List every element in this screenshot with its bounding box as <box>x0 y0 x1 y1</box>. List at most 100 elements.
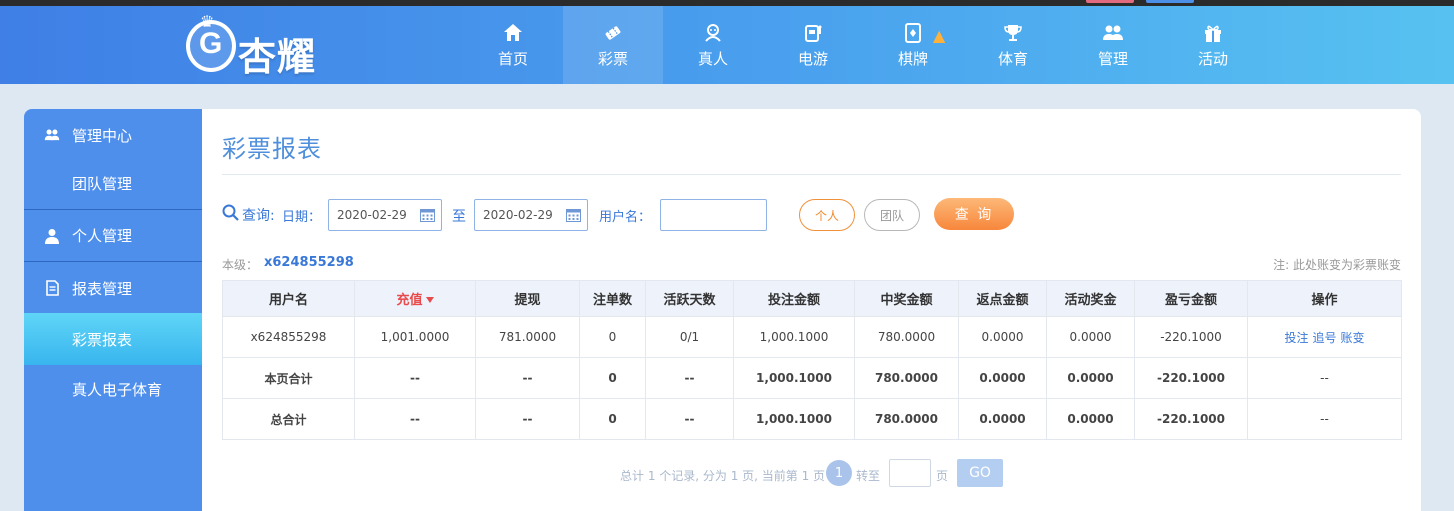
col-header: 盈亏金额 <box>1134 280 1248 317</box>
trophy-icon <box>1002 22 1024 44</box>
username-input[interactable] <box>660 199 767 231</box>
sidebar-item-label: 报表管理 <box>72 279 133 298</box>
nav-item-label: 彩票 <box>597 49 628 68</box>
nav-item-live[interactable]: 真人 <box>663 6 763 84</box>
cell-profit-loss: -220.1000 <box>1134 398 1248 440</box>
cell-orders: 0 <box>579 357 646 399</box>
col-header: 注单数 <box>579 280 646 317</box>
goto-label: 转至 <box>856 469 881 483</box>
go-button[interactable]: GO <box>957 459 1003 487</box>
col-header: 中奖金额 <box>854 280 959 317</box>
start-date-input[interactable]: 2020-02-29 <box>328 199 442 231</box>
cell-win-amount: 780.0000 <box>854 316 959 358</box>
nav-item-label: 电游 <box>797 49 828 68</box>
main-panel: 彩票报表 查询: 日期： 2020-02-29 至 2020-02-29 用户名… <box>202 109 1421 511</box>
page-number-button[interactable]: 1 <box>826 460 852 486</box>
end-date-value: 2020-02-29 <box>483 208 553 222</box>
top-tab-blue[interactable] <box>1146 0 1194 3</box>
ticket-icon <box>602 22 624 44</box>
goto-page-input[interactable] <box>889 459 931 487</box>
main-nav: 首页 彩票 真人 电游 ▲ 棋牌 体育 管理 活动 <box>463 6 1263 84</box>
cell-withdraw: -- <box>475 398 580 440</box>
person-icon <box>44 228 60 244</box>
col-header: 返点金额 <box>958 280 1047 317</box>
report-note: 注: 此处账变为彩票账变 <box>1273 258 1401 272</box>
cell-label: 总合计 <box>222 398 355 440</box>
cell-bet-amount: 1,000.1000 <box>733 357 855 399</box>
chase-link[interactable]: 追号 <box>1312 331 1336 345</box>
cell-recharge: 1,001.0000 <box>354 316 476 358</box>
col-header-recharge-sortable[interactable]: 充值 <box>354 280 476 317</box>
cell-rebate: 0.0000 <box>958 316 1047 358</box>
cell-recharge: -- <box>354 398 476 440</box>
cell-bet-amount: 1,000.1000 <box>733 398 855 440</box>
level-row: 本级： x624855298 注: 此处账变为彩票账变 <box>222 255 1401 273</box>
logo-crest-icon <box>186 20 236 72</box>
sidebar-item-label: 彩票报表 <box>72 330 133 349</box>
nav-item-label: 管理 <box>1097 49 1128 68</box>
search-icon <box>222 204 239 225</box>
nav-item-manage[interactable]: 管理 <box>1063 6 1163 84</box>
sidebar-item-team-management[interactable]: 团队管理 <box>24 158 202 210</box>
title-divider <box>222 174 1401 175</box>
nav-item-home[interactable]: 首页 <box>463 6 563 84</box>
cell-recharge: -- <box>354 357 476 399</box>
sidebar-item-report-management[interactable]: 报表管理 <box>24 262 202 314</box>
to-label: 至 <box>452 209 466 225</box>
col-header-label: 充值 <box>396 293 423 308</box>
card-icon <box>902 22 924 44</box>
date-label: 日期： <box>282 210 322 225</box>
sidebar-item-live-electronic-sports[interactable]: 真人电子体育 <box>24 363 202 415</box>
team-toggle-button[interactable]: 团队 <box>864 199 920 231</box>
cell-actions: 投注 追号 账变 <box>1247 316 1402 358</box>
pagination-summary: 总计 1 个记录, 分为 1 页, 当前第 1 页 <box>620 469 826 483</box>
cell-bet-amount: 1,000.1000 <box>733 316 855 358</box>
nav-item-label: 体育 <box>997 49 1028 68</box>
sidebar-item-label: 真人电子体育 <box>72 380 163 399</box>
calendar-icon[interactable] <box>566 208 581 225</box>
fire-icon: ▲ <box>933 26 946 45</box>
cell-win-amount: 780.0000 <box>854 398 959 440</box>
cell-orders: 0 <box>579 398 646 440</box>
end-date-input[interactable]: 2020-02-29 <box>474 199 588 231</box>
transactions-link[interactable]: 账变 <box>1341 331 1365 345</box>
cell-withdraw: -- <box>475 357 580 399</box>
sidebar-item-label: 团队管理 <box>72 175 133 193</box>
cell-active-days: -- <box>645 357 734 399</box>
document-icon <box>44 280 60 296</box>
logo[interactable]: ♛ 杏耀 <box>186 12 336 79</box>
nav-item-sports[interactable]: 体育 <box>963 6 1063 84</box>
nav-item-label: 棋牌 <box>897 49 928 68</box>
nav-item-slots[interactable]: 电游 <box>763 6 863 84</box>
nav-item-lottery[interactable]: 彩票 <box>563 6 663 84</box>
nav-item-cards[interactable]: ▲ 棋牌 <box>863 6 963 84</box>
cell-actions: -- <box>1247 357 1402 399</box>
cell-bonus: 0.0000 <box>1046 316 1135 358</box>
dealer-icon <box>702 22 724 44</box>
report-table: 用户名 充值 提现 注单数 活跃天数 投注金额 中奖金额 返点金额 活动奖金 盈… <box>222 280 1402 440</box>
header: ♛ 杏耀 首页 彩票 真人 电游 <box>0 6 1454 84</box>
cell-profit-loss: -220.1000 <box>1134 316 1248 358</box>
calendar-icon[interactable] <box>420 208 435 225</box>
username-label: 用户名： <box>599 210 652 225</box>
query-bar: 查询: 日期： 2020-02-29 至 2020-02-29 用户名： 个人 … <box>222 197 1402 231</box>
col-header: 活动奖金 <box>1046 280 1135 317</box>
nav-item-promo[interactable]: 活动 <box>1163 6 1263 84</box>
table-row-page-total: 本页合计 -- -- 0 -- 1,000.1000 780.0000 0.00… <box>222 357 1402 399</box>
level-username-link[interactable]: x624855298 <box>264 255 354 270</box>
top-tab-red[interactable] <box>1086 0 1134 3</box>
sort-desc-icon <box>425 297 434 303</box>
cell-bonus: 0.0000 <box>1046 398 1135 440</box>
sidebar-item-personal-management[interactable]: 个人管理 <box>24 210 202 262</box>
table-header-row: 用户名 充值 提现 注单数 活跃天数 投注金额 中奖金额 返点金额 活动奖金 盈… <box>222 280 1402 317</box>
col-header: 提现 <box>475 280 580 317</box>
search-button[interactable]: 查 询 <box>934 198 1014 230</box>
bet-link[interactable]: 投注 <box>1284 331 1308 345</box>
personal-toggle-button[interactable]: 个人 <box>799 199 855 231</box>
col-header: 用户名 <box>222 280 355 317</box>
page-title: 彩票报表 <box>222 135 322 163</box>
sidebar-item-lottery-report[interactable]: 彩票报表 <box>24 313 202 365</box>
sidebar: 管理中心 团队管理 个人管理 报表管理 彩票报表 真人电子体育 <box>24 109 202 511</box>
col-header: 活跃天数 <box>645 280 734 317</box>
sidebar-item-management-center[interactable]: 管理中心 <box>24 109 202 161</box>
